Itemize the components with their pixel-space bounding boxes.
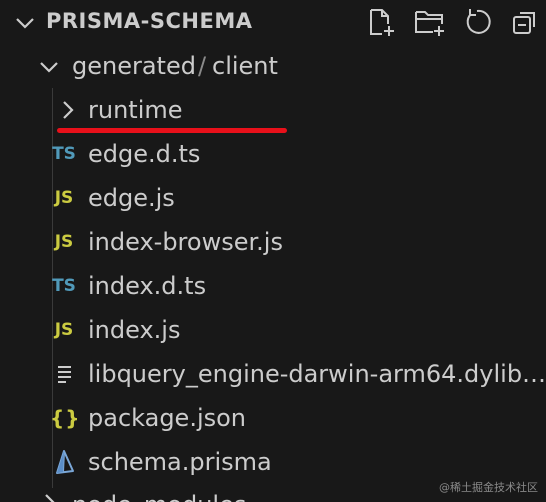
- prisma-icon: [50, 448, 78, 476]
- tree-item-edge-js[interactable]: JS edge.js: [0, 176, 546, 220]
- tree-item-label: index-browser.js: [88, 228, 283, 256]
- javascript-file-icon: JS: [54, 232, 74, 252]
- typescript-file-icon: TS: [52, 144, 76, 164]
- watermark: @稀土掘金技术社区: [439, 481, 538, 494]
- tree-item-label: index.d.ts: [88, 272, 207, 300]
- chevron-down-icon[interactable]: [38, 56, 60, 78]
- typescript-file-icon: TS: [52, 276, 76, 296]
- lines-icon: [50, 360, 78, 388]
- javascript-file-icon: JS: [54, 188, 74, 208]
- tree-item-label: edge.d.ts: [88, 140, 201, 168]
- tree-item-index-d-ts[interactable]: TS index.d.ts: [0, 264, 546, 308]
- chevron-down-icon[interactable]: [14, 12, 36, 34]
- tree-item-label: runtime: [88, 96, 183, 124]
- javascript-file-icon: JS: [54, 320, 74, 340]
- tree-item-runtime[interactable]: runtime: [0, 88, 546, 132]
- folder-row-generated-client[interactable]: generated / client: [0, 44, 546, 133]
- tree-item-label: node_modules: [72, 491, 246, 502]
- new-file-icon[interactable]: [366, 7, 396, 37]
- tree-item-label: package.json: [88, 404, 247, 432]
- chevron-right-icon[interactable]: [38, 492, 60, 502]
- folder-path-separator: /: [198, 52, 207, 80]
- tree-item-index-js[interactable]: JS index.js: [0, 308, 546, 352]
- refresh-icon[interactable]: [462, 7, 492, 37]
- tree-item-libquery-engine[interactable]: libquery_engine-darwin-arm64.dylib…: [0, 352, 546, 396]
- tree-item-schema-prisma[interactable]: schema.prisma: [0, 440, 546, 484]
- new-folder-icon[interactable]: [413, 7, 444, 37]
- tree-item-label: index.js: [88, 316, 181, 344]
- tree-item-label: edge.js: [88, 184, 175, 212]
- chevron-right-icon[interactable]: [56, 99, 78, 121]
- explorer-header: PRISMA-SCHEMA: [0, 0, 546, 44]
- explorer-title[interactable]: PRISMA-SCHEMA: [46, 9, 252, 33]
- collapse-all-icon[interactable]: [510, 7, 540, 37]
- tree-item-index-browser-js[interactable]: JS index-browser.js: [0, 220, 546, 264]
- tree-item-package-json[interactable]: {} package.json: [0, 396, 546, 440]
- folder-name-generated: generated: [72, 52, 196, 80]
- json-file-icon: {}: [50, 406, 81, 430]
- tree-item-edge-d-ts[interactable]: TS edge.d.ts: [0, 132, 546, 176]
- folder-name-client: client: [212, 52, 278, 80]
- tree-item-label: libquery_engine-darwin-arm64.dylib…: [88, 360, 546, 388]
- tree-item-label: schema.prisma: [88, 448, 272, 476]
